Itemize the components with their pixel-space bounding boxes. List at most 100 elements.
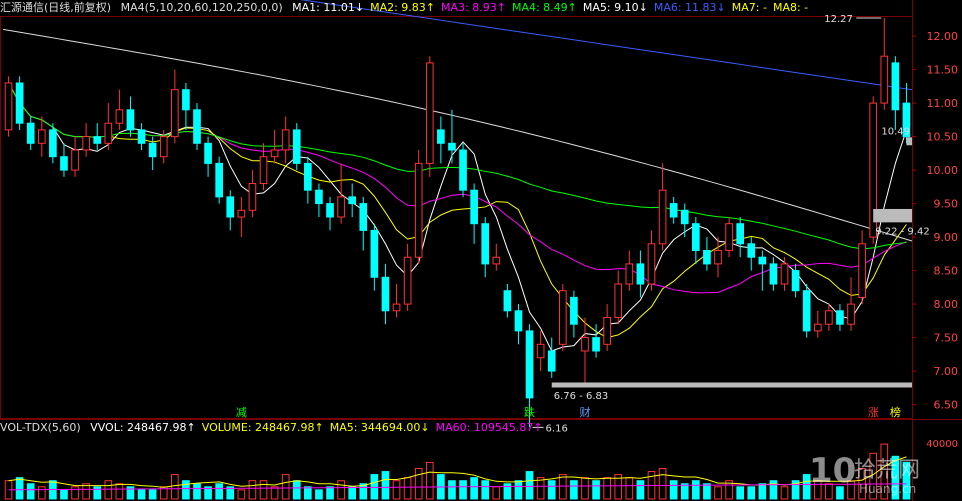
volume-value-3: MA60: 109545.87↑ bbox=[435, 421, 543, 434]
support-zone bbox=[551, 382, 912, 388]
y-tick-label: 11.50 bbox=[927, 64, 959, 77]
price-panel-frame bbox=[0, 16, 913, 419]
candle-body bbox=[425, 62, 434, 164]
volume-value-2: MA5: 344694.00↓ bbox=[329, 421, 430, 434]
candle-body bbox=[82, 136, 90, 151]
candle-body bbox=[359, 203, 368, 231]
ma-spec: MA4(5,10,20,60,120,250,0,0) bbox=[120, 1, 283, 14]
ma-value-1: MA2: 9.83↑ bbox=[370, 1, 436, 14]
volume-bar bbox=[304, 486, 312, 500]
candle-body bbox=[492, 256, 501, 265]
candle-body bbox=[414, 162, 423, 258]
candle-body bbox=[836, 310, 844, 325]
candle-body bbox=[26, 122, 35, 144]
volume-bar bbox=[215, 483, 223, 500]
candle-body bbox=[891, 62, 900, 111]
candle-body bbox=[880, 55, 889, 104]
candle-body bbox=[182, 89, 190, 111]
high-label: 12.27 bbox=[824, 14, 853, 25]
candle-body bbox=[304, 162, 312, 191]
volume-bar bbox=[780, 486, 789, 500]
candle-body bbox=[381, 276, 390, 312]
ma-value-6: MA7: - bbox=[731, 1, 767, 14]
candle-body bbox=[49, 129, 57, 158]
y-tick-label: 7.50 bbox=[934, 332, 959, 345]
y-tick-label: 10.50 bbox=[927, 131, 959, 144]
candle-body bbox=[93, 136, 102, 144]
resistance-zone bbox=[906, 137, 912, 146]
candle-body bbox=[126, 109, 135, 131]
y-tick-label: 11.00 bbox=[927, 97, 959, 110]
y-tick-label: 9.00 bbox=[934, 231, 959, 244]
candle-body bbox=[137, 129, 146, 144]
mid-zone-label: 9.22 - 9.42 bbox=[875, 226, 930, 237]
candle-body bbox=[858, 243, 866, 298]
watermark-domain: Huang.cn bbox=[859, 482, 916, 496]
candle-body bbox=[226, 196, 235, 218]
volume-bar bbox=[237, 489, 246, 500]
volume-bar bbox=[570, 480, 578, 500]
price-header: 汇源通信(日线,前复权) MA4(5,10,20,60,120,250,0,0)… bbox=[0, 0, 820, 16]
candle-body bbox=[148, 142, 157, 158]
candle-body bbox=[315, 189, 323, 205]
candle-body bbox=[481, 223, 490, 265]
watermark-site: 拾荒网 bbox=[854, 458, 920, 483]
volume-bar bbox=[370, 474, 379, 500]
volume-bar bbox=[547, 480, 556, 500]
candle-body bbox=[348, 196, 357, 205]
volume-bar bbox=[658, 468, 667, 500]
volume-bar bbox=[525, 471, 534, 500]
volume-bar bbox=[182, 480, 190, 500]
candle-body bbox=[437, 129, 445, 144]
volume-spec: VOL-TDX(5,60) bbox=[0, 421, 81, 434]
volume-bar bbox=[581, 477, 589, 500]
volume-bar bbox=[26, 483, 35, 500]
candle-body bbox=[159, 136, 168, 158]
volume-bar bbox=[37, 486, 46, 500]
candle-body bbox=[104, 122, 113, 144]
volume-bar bbox=[592, 480, 600, 500]
candle-body bbox=[193, 109, 201, 144]
candle-body bbox=[115, 109, 124, 124]
event-label: 榜 bbox=[890, 405, 901, 419]
volume-bar bbox=[692, 480, 700, 500]
candle-body bbox=[736, 223, 745, 245]
volume-bar bbox=[381, 471, 390, 500]
y-tick-label: 6.50 bbox=[934, 399, 959, 412]
volume-value-1: VOLUME: 248467.98↑ bbox=[201, 421, 324, 434]
candle-body bbox=[825, 310, 833, 325]
candle-body bbox=[547, 350, 556, 372]
candle-body bbox=[680, 209, 689, 225]
candle-body bbox=[326, 203, 334, 218]
volume-header: VOL-TDX(5,60) VVOL: 248467.98↑ VOLUME: 24… bbox=[0, 420, 555, 436]
volume-bar bbox=[736, 486, 745, 500]
candle-body bbox=[536, 343, 545, 359]
y-tick-label: 10.00 bbox=[927, 164, 959, 177]
candle-body bbox=[448, 142, 456, 151]
ma-value-2: MA3: 8.93↑ bbox=[441, 1, 506, 14]
candle-body bbox=[614, 283, 623, 318]
volume-bar bbox=[470, 477, 478, 500]
ma-values: MA1: 11.01↓ MA2: 9.83↑ MA3: 8.93↑ MA4: 8.49… bbox=[292, 1, 814, 14]
candle-body bbox=[669, 203, 678, 218]
candle-body bbox=[791, 270, 800, 292]
candle-body bbox=[60, 156, 68, 171]
volume-value-0: VVOL: 248467.98↑ bbox=[90, 421, 196, 434]
volume-bar bbox=[137, 489, 146, 500]
candle-body bbox=[780, 263, 789, 285]
candle-body bbox=[813, 323, 822, 332]
volume-bar bbox=[348, 486, 357, 500]
volume-bar bbox=[558, 474, 567, 500]
volume-bar bbox=[259, 480, 268, 500]
volume-bar bbox=[193, 483, 201, 500]
volume-bar bbox=[603, 477, 611, 500]
candle-body bbox=[847, 303, 855, 325]
ma4-line bbox=[8, 82, 907, 250]
candle-body bbox=[658, 189, 667, 245]
candle-body bbox=[237, 209, 246, 218]
candle-body bbox=[281, 129, 290, 151]
ma-value-5: MA6: 11.83↓ bbox=[653, 1, 726, 14]
event-label: 减 bbox=[236, 406, 247, 419]
y-tick-label: 12.00 bbox=[927, 30, 959, 43]
candle-body bbox=[15, 82, 24, 124]
